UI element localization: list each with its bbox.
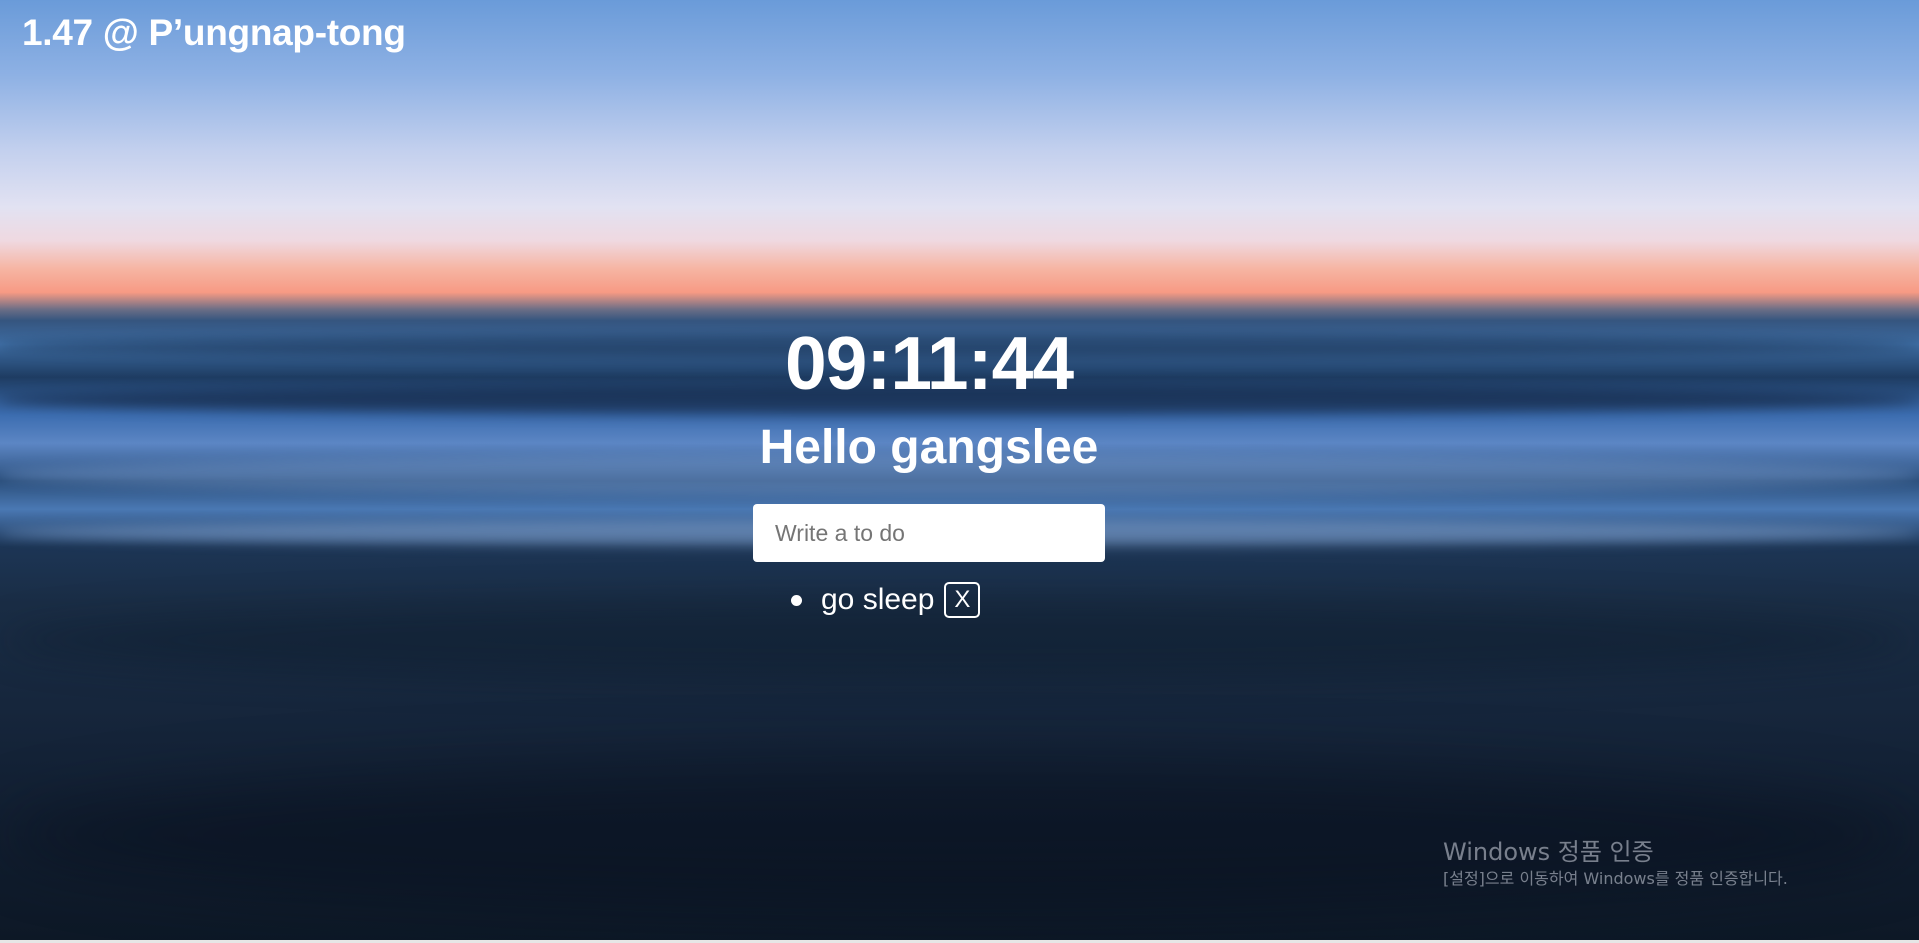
weather-location: 1.47 @ P’ungnap-tong — [22, 12, 406, 53]
watermark-subtitle: [설정]으로 이동하여 Windows를 정품 인증합니다. — [1443, 869, 1788, 888]
todo-list: go sleep X — [753, 578, 1105, 622]
todo-input[interactable] — [753, 504, 1105, 562]
clock: 09:11:44 — [784, 321, 1074, 405]
watermark-title: Windows 정품 인증 — [1443, 838, 1654, 866]
main-panel: 09:11:44 Hello gangslee go sleep X — [753, 318, 1105, 622]
delete-todo-button[interactable]: X — [944, 582, 981, 618]
bullet-icon — [791, 594, 802, 606]
todo-form — [753, 504, 1105, 562]
todo-item: go sleep X — [791, 578, 1105, 622]
background-ocean-image: 1.47 @ P’ungnap-tong 09:11:44 Hello gang… — [0, 0, 1919, 943]
windows-activation-watermark: Windows 정품 인증 [설정]으로 이동하여 Windows를 정품 인증… — [1443, 836, 1788, 890]
todo-item-text: go sleep — [821, 583, 935, 616]
greeting: Hello gangslee — [759, 421, 1099, 474]
